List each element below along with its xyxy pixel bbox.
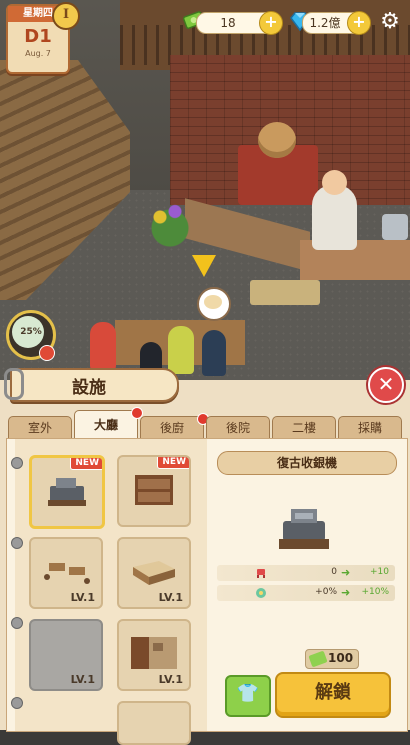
- bamboo-steamer: [258, 122, 296, 158]
- tab-label: 採購: [357, 421, 382, 435]
- cash-register-preview-icon: [279, 509, 329, 549]
- bookshelf-icon: [135, 475, 173, 505]
- add-gems-button[interactable]: +: [347, 11, 371, 35]
- red-packet-icon: [39, 345, 55, 361]
- new-badge: NEW: [70, 458, 102, 470]
- item-card-wall-panel[interactable]: LV.1: [117, 619, 191, 691]
- arrow-right-icon: ➜: [341, 586, 351, 599]
- item-detail: 復古收銀機 0 ➜ +10 +0% ➜ +10% 100 👕 解鎖: [213, 439, 399, 731]
- tab-lobby[interactable]: 大廳: [74, 407, 143, 440]
- customer-girl[interactable]: [90, 322, 116, 370]
- item-level: LV.1: [158, 673, 183, 686]
- add-cash-button[interactable]: +: [259, 11, 283, 35]
- stat-next: +10: [370, 567, 389, 577]
- arrow-right-icon: ➜: [341, 566, 351, 579]
- stat-next: +10%: [361, 587, 389, 597]
- binder-ring: [11, 617, 23, 629]
- skin-shirt-button[interactable]: 👕: [225, 675, 271, 717]
- settings-gear-icon[interactable]: ⚙: [378, 10, 402, 34]
- category-tabs: 室外 大廳 後廚 後院 二樓 採購: [8, 407, 408, 440]
- binder-ring: [11, 457, 23, 469]
- chef-head: [322, 170, 347, 195]
- tab-purchase[interactable]: 採購: [338, 416, 402, 440]
- level-badge[interactable]: I: [52, 2, 80, 30]
- panel-title-ribbon: 設施: [10, 368, 179, 402]
- binder-rings: [11, 439, 23, 731]
- item-level: LV.1: [158, 591, 183, 604]
- stat-row-seats: 0 ➜ +10: [217, 565, 395, 581]
- tab-second-floor[interactable]: 二樓: [272, 416, 336, 440]
- close-button[interactable]: ✕: [368, 367, 404, 403]
- binder-ring: [11, 697, 23, 709]
- cash-register-icon: [48, 478, 86, 506]
- item-card-service-counter[interactable]: LV.1: [117, 537, 191, 609]
- item-card-more[interactable]: [117, 701, 191, 745]
- tab-label: 二樓: [291, 421, 316, 435]
- item-card-bookshelf[interactable]: NEW: [117, 455, 191, 527]
- stat-current: 0: [331, 567, 337, 577]
- tab-outdoor[interactable]: 室外: [8, 416, 72, 440]
- new-badge: NEW: [157, 457, 189, 469]
- tab-kitchen[interactable]: 後廚: [140, 413, 209, 440]
- cost-amount: 100: [328, 651, 354, 665]
- customer-man[interactable]: [202, 330, 226, 376]
- stat-row-decor: +0% ➜ +10%: [217, 585, 395, 601]
- gem-counter: 1.2億 +: [302, 11, 371, 35]
- dining-table-icon: [44, 563, 90, 584]
- cash-value: 18: [220, 16, 236, 30]
- quest-arrow-icon[interactable]: [192, 255, 216, 277]
- seat-icon: [257, 569, 265, 578]
- tab-label: 大廳: [93, 418, 118, 432]
- wall-panel-icon: [131, 637, 177, 669]
- item-detail-title: 復古收銀機: [217, 451, 397, 475]
- steel-pot: [382, 214, 408, 240]
- decor-icon: [256, 588, 266, 598]
- item-level: LV.1: [70, 673, 95, 686]
- customer-boy[interactable]: [168, 326, 194, 374]
- stat-current: +0%: [315, 587, 337, 597]
- item-grid[interactable]: NEW NEW LV.1 LV.1 LV.1 LV.1: [11, 439, 207, 745]
- order-bubble-icon[interactable]: [197, 287, 231, 321]
- tab-label: 後院: [225, 421, 250, 435]
- cash-counter: 18 +: [196, 11, 283, 35]
- item-card-floor-tile[interactable]: LV.1: [29, 619, 103, 691]
- date-label: Aug. 7: [25, 49, 51, 58]
- item-card-dining-tables[interactable]: LV.1: [29, 537, 103, 609]
- paperclip-icon: [4, 368, 24, 400]
- gem-value: 1.2億: [309, 16, 341, 30]
- panel-title: 設施: [72, 378, 106, 398]
- tab-label: 室外: [27, 421, 52, 435]
- tab-backyard[interactable]: 後院: [206, 416, 270, 440]
- day-number: D1: [24, 26, 52, 47]
- item-level: LV.1: [70, 591, 95, 604]
- tab-label: 後廚: [159, 421, 184, 435]
- tab-content: NEW NEW LV.1 LV.1 LV.1 LV.1 復古收銀機 0 ➜ +1…: [6, 438, 408, 745]
- item-card-cash-register[interactable]: NEW: [29, 455, 105, 529]
- cash-icon: [308, 650, 328, 668]
- counter-icon: [133, 561, 175, 585]
- progress-ring[interactable]: 25%: [6, 310, 56, 361]
- progress-percent: 25%: [20, 327, 42, 337]
- flower-pot[interactable]: [145, 195, 195, 250]
- binder-ring: [11, 537, 23, 549]
- unlock-button[interactable]: 解鎖: [275, 672, 391, 718]
- unlock-cost: 100: [305, 649, 359, 669]
- bun-table[interactable]: [250, 280, 320, 305]
